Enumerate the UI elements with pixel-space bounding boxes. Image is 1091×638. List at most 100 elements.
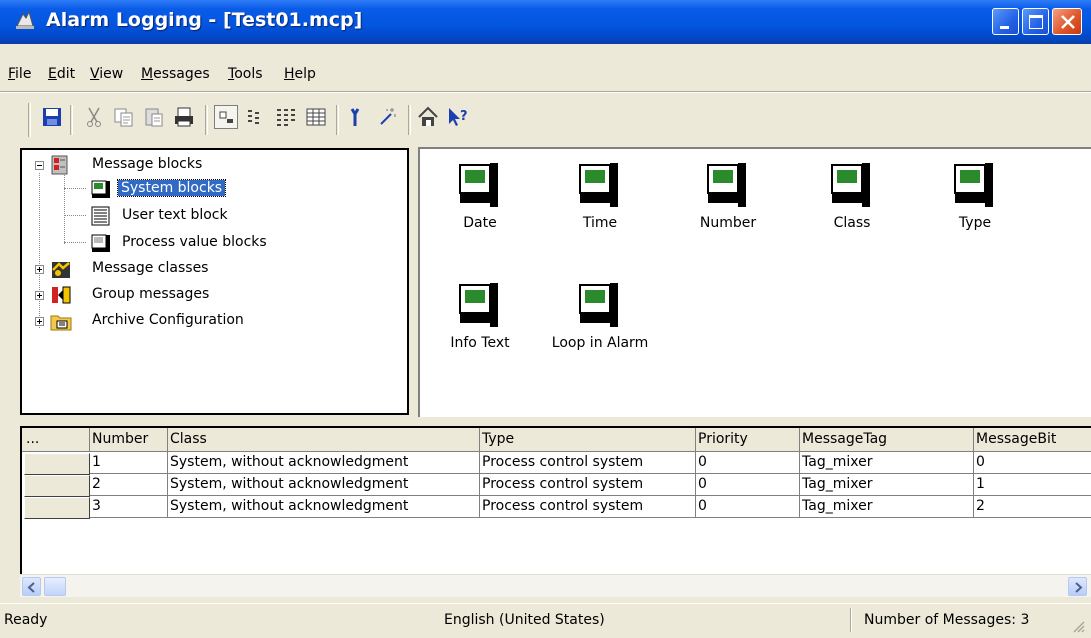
cell-type[interactable]: Process control system [480,474,696,496]
status-bar: Ready English (United States) Number of … [0,603,1091,635]
details-view-button[interactable] [304,105,328,129]
cell-type[interactable]: Process control system [480,452,696,474]
expand-icon[interactable] [35,317,44,326]
column-header-class[interactable]: Class [168,428,480,452]
column-header-type[interactable]: Type [480,428,696,452]
print-button[interactable] [172,105,196,129]
tree-label: Message blocks [92,156,203,172]
small-icons-view-icon [248,110,259,124]
minimize-button[interactable] [992,8,1019,35]
collapse-icon[interactable] [35,161,44,170]
user-text-block-icon [90,205,112,231]
cell-messagetag[interactable]: Tag_mixer [800,452,974,474]
list-view-button[interactable] [274,105,298,129]
cut-button[interactable] [82,105,106,129]
menu-tools[interactable]: Tools [228,66,263,82]
scroll-thumb[interactable] [44,577,66,596]
system-block-icon [459,283,498,327]
maximize-icon [1029,15,1043,29]
block-item-type[interactable]: Type [925,149,1025,259]
system-block-icon [831,163,870,207]
toolbar-separator [408,105,411,135]
expand-icon[interactable] [35,265,44,274]
menu-edit[interactable]: Edit [48,66,75,82]
cell-number[interactable]: 3 [90,496,168,518]
small-icons-view-button[interactable] [244,105,268,129]
maximize-button[interactable] [1022,8,1049,35]
tree-item-process-value-blocks[interactable]: Process value blocks [22,232,402,254]
block-item-info-text[interactable]: Info Text [430,269,530,379]
row-header[interactable] [24,475,90,497]
expand-icon[interactable] [35,291,44,300]
column-header-priority[interactable]: Priority [696,428,800,452]
block-item-time[interactable]: Time [550,149,650,259]
block-label: Type [958,215,992,231]
menu-view[interactable]: View [90,66,123,82]
pane-splitter[interactable] [0,418,1091,426]
column-header-messagebit[interactable]: MessageBit [974,428,1091,452]
paste-button[interactable] [142,105,166,129]
tree-item-message-blocks[interactable]: Message blocks [22,154,402,176]
block-item-loop-in-alarm[interactable]: Loop in Alarm [550,269,650,379]
info-button[interactable] [416,105,440,129]
blocks-icon-view[interactable]: Date Time Number Class Type Info Text Lo… [418,147,1091,417]
messages-table[interactable]: ... Number Class Type Priority MessageTa… [20,426,1091,597]
large-icons-view-button[interactable] [214,105,238,129]
cell-messagebit[interactable]: 2 [974,496,1091,518]
cell-messagebit[interactable]: 0 [974,452,1091,474]
cell-class[interactable]: System, without acknowledgment [168,452,480,474]
close-button[interactable] [1052,8,1082,35]
tree-item-system-blocks[interactable]: System blocks [22,178,402,200]
toolbar-grip[interactable] [28,103,31,137]
column-header-select[interactable]: ... [22,428,90,452]
tree-item-group-messages[interactable]: Group messages [22,284,402,306]
wizard-button[interactable] [376,105,400,129]
block-item-class[interactable]: Class [802,149,902,259]
arrow-left-icon [27,582,35,593]
cell-priority[interactable]: 0 [696,496,800,518]
row-header[interactable] [24,453,90,475]
cell-priority[interactable]: 0 [696,474,800,496]
copy-button[interactable] [112,105,136,129]
horizontal-scrollbar[interactable] [20,574,1091,597]
row-header[interactable] [24,497,90,519]
tree-item-message-classes[interactable]: Message classes [22,258,402,280]
resize-grip-icon[interactable] [1070,618,1086,638]
column-header-number[interactable]: Number [90,428,168,452]
cell-messagetag[interactable]: Tag_mixer [800,474,974,496]
scroll-right-button[interactable] [1068,577,1087,596]
block-item-date[interactable]: Date [430,149,530,259]
tree-item-user-text-block[interactable]: User text block [22,205,402,227]
cell-number[interactable]: 1 [90,452,168,474]
menu-bar: File Edit View Messages Tools Help [0,62,1091,88]
menu-file[interactable]: File [8,66,31,82]
system-block-icon [954,163,993,207]
window-title: Alarm Logging - [Test01.mcp] [46,9,363,31]
menu-messages[interactable]: Messages [141,66,210,82]
cell-priority[interactable]: 0 [696,452,800,474]
title-bar[interactable]: Alarm Logging - [Test01.mcp] [0,0,1091,44]
block-item-number[interactable]: Number [678,149,778,259]
cell-type[interactable]: Process control system [480,496,696,518]
tree-item-archive-configuration[interactable]: Archive Configuration [22,310,402,332]
save-button[interactable] [40,105,64,129]
large-icons-view-icon [219,111,233,123]
info-icon [418,106,438,126]
tree-view[interactable]: Message blocks System blocks User text b… [20,148,409,415]
help-pointer-button[interactable]: ? [446,105,470,129]
cell-class[interactable]: System, without acknowledgment [168,496,480,518]
block-label: Date [463,215,497,231]
cell-messagebit[interactable]: 1 [974,474,1091,496]
system-blocks-icon [90,178,112,204]
scroll-left-button[interactable] [22,577,41,596]
cell-number[interactable]: 2 [90,474,168,496]
group-messages-icon [49,284,73,310]
cell-class[interactable]: System, without acknowledgment [168,474,480,496]
column-header-messagetag[interactable]: MessageTag [800,428,974,452]
properties-button[interactable] [346,105,370,129]
menu-help[interactable]: Help [284,66,316,82]
app-icon[interactable] [14,10,36,32]
cell-messagetag[interactable]: Tag_mixer [800,496,974,518]
paste-icon [145,108,163,127]
tree-label: Message classes [92,260,209,276]
